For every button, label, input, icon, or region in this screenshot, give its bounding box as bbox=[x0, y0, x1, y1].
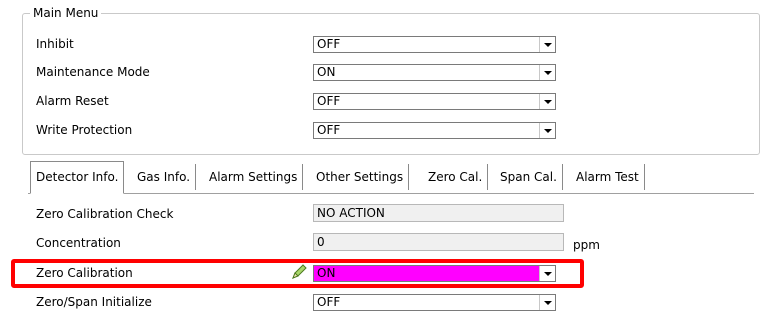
zero-calibration-check-field: NO ACTION bbox=[313, 204, 564, 222]
zero-span-initialize-value: OFF bbox=[317, 295, 341, 309]
zero-calibration-check-label: Zero Calibration Check bbox=[36, 207, 174, 221]
write-protection-label: Write Protection bbox=[36, 123, 133, 137]
write-protection-select[interactable]: OFF bbox=[313, 122, 556, 139]
inhibit-value: OFF bbox=[317, 37, 341, 51]
zero-span-initialize-label: Zero/Span Initialize bbox=[36, 295, 152, 309]
main-menu-title: Main Menu bbox=[30, 5, 102, 21]
concentration-unit: ppm bbox=[573, 238, 600, 252]
zero-calibration-check-value: NO ACTION bbox=[317, 206, 385, 220]
concentration-field: 0 bbox=[313, 233, 564, 251]
tab-alarm-test[interactable]: Alarm Test bbox=[571, 164, 645, 190]
inhibit-select[interactable]: OFF bbox=[313, 36, 556, 53]
concentration-value: 0 bbox=[317, 235, 325, 249]
maintenance-mode-label: Maintenance Mode bbox=[36, 65, 150, 79]
tab-zero-cal[interactable]: Zero Cal. bbox=[423, 164, 489, 190]
alarm-reset-label: Alarm Reset bbox=[36, 94, 109, 108]
tab-detector-info[interactable]: Detector Info. bbox=[30, 161, 125, 194]
maintenance-mode-value: ON bbox=[317, 65, 336, 79]
tab-other-settings[interactable]: Other Settings bbox=[311, 164, 410, 190]
tab-alarm-settings[interactable]: Alarm Settings bbox=[204, 164, 304, 190]
chevron-down-icon[interactable] bbox=[539, 295, 555, 310]
chevron-down-icon[interactable] bbox=[539, 37, 555, 52]
chevron-down-icon[interactable] bbox=[539, 94, 555, 109]
tab-span-cal[interactable]: Span Cal. bbox=[495, 164, 563, 190]
chevron-down-icon[interactable] bbox=[539, 123, 555, 138]
zero-span-initialize-select[interactable]: OFF bbox=[313, 294, 556, 311]
alarm-reset-select[interactable]: OFF bbox=[313, 93, 556, 110]
concentration-label: Concentration bbox=[36, 236, 121, 250]
tab-gas-info[interactable]: Gas Info. bbox=[132, 164, 197, 190]
maintenance-mode-select[interactable]: ON bbox=[313, 64, 556, 81]
annotation-highlight-box bbox=[11, 259, 584, 288]
write-protection-value: OFF bbox=[317, 123, 341, 137]
inhibit-label: Inhibit bbox=[36, 37, 74, 51]
chevron-down-icon[interactable] bbox=[539, 65, 555, 80]
alarm-reset-value: OFF bbox=[317, 94, 341, 108]
